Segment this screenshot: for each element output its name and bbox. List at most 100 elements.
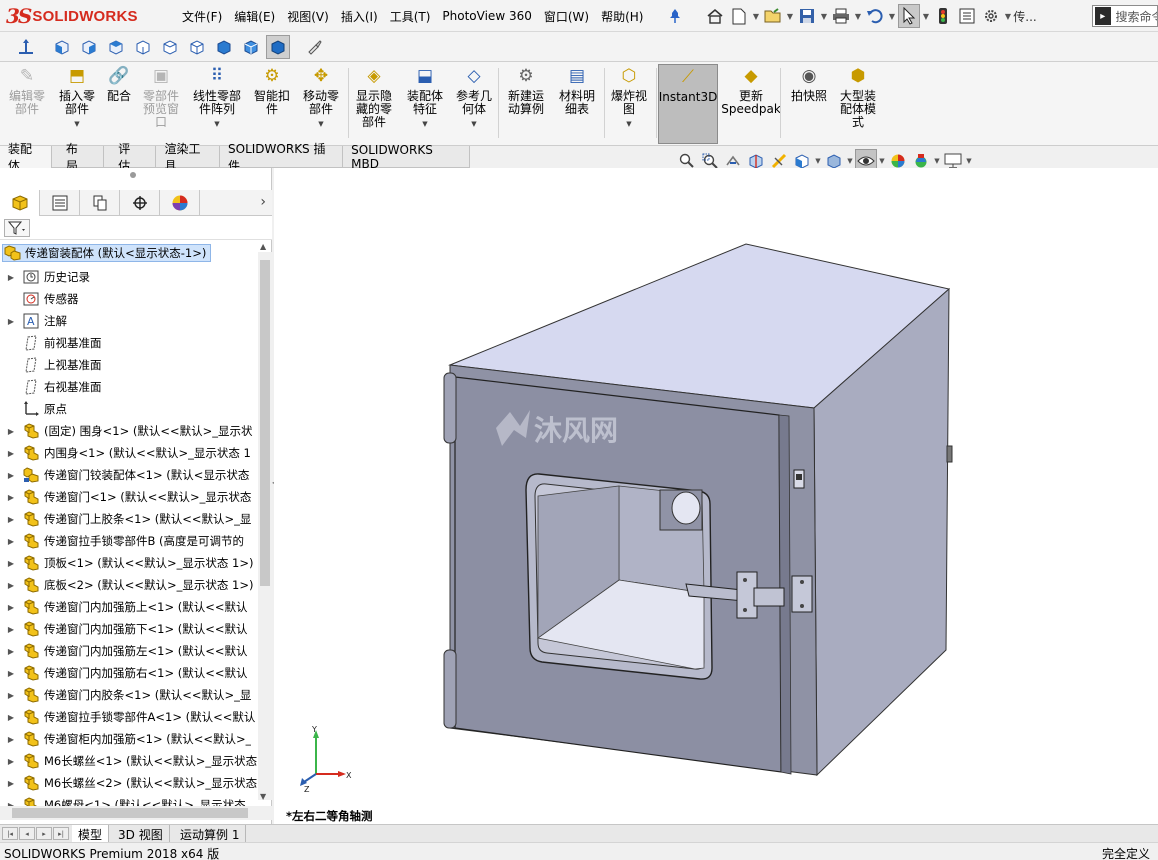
ribbon-assembly-features-button[interactable]: ⬓ 装配体 特征 ▼ <box>400 64 450 144</box>
flashlight-icon[interactable] <box>302 35 326 59</box>
expand-arrow-icon[interactable]: ▶ <box>4 317 18 326</box>
chevron-right-icon[interactable]: › <box>260 194 266 210</box>
home-icon[interactable] <box>704 4 726 28</box>
open-document-icon[interactable] <box>762 4 784 28</box>
configuration-manager-tab-icon[interactable] <box>80 190 120 216</box>
ribbon-insert-components-button[interactable]: ⬒ 插入零 部件 ▼ <box>52 64 102 144</box>
expand-arrow-icon[interactable]: ▶ <box>4 757 18 766</box>
tab-evaluate[interactable]: 评估 <box>104 142 157 173</box>
tree-item[interactable]: ▶ 传递窗柜内加强筋<1> (默认<<默认>_ <box>0 728 258 750</box>
prev-tab-arrow-icon[interactable]: ◂ <box>19 827 35 840</box>
view-dimetric-cube-icon[interactable] <box>266 35 290 59</box>
expand-arrow-icon[interactable]: ▶ <box>4 779 18 788</box>
menu-insert[interactable]: 插入(I) <box>335 8 384 25</box>
expand-arrow-icon[interactable]: ▶ <box>4 493 18 502</box>
expand-arrow-icon[interactable]: ▶ <box>4 735 18 744</box>
chevron-down-icon[interactable]: ▼ <box>965 157 973 165</box>
expand-arrow-icon[interactable]: ▶ <box>4 603 18 612</box>
ribbon-component-preview-button[interactable]: ▣ 零部件 预览窗 口 <box>136 64 186 144</box>
tree-horizontal-scrollbar[interactable] <box>0 806 272 820</box>
ribbon-new-motion-study-button[interactable]: ⚙ 新建运 动算例 <box>502 64 550 144</box>
chevron-down-icon[interactable]: ▼ <box>786 12 794 21</box>
display-manager-tab-icon[interactable] <box>160 190 200 216</box>
property-manager-tab-icon[interactable] <box>40 190 80 216</box>
chevron-down-icon[interactable]: ▼ <box>626 118 631 131</box>
expand-arrow-icon[interactable]: ▶ <box>4 559 18 568</box>
first-tab-arrow-icon[interactable]: |◂ <box>2 827 18 840</box>
ribbon-smart-fasteners-button[interactable]: ⚙ 智能扣 件 <box>250 64 294 144</box>
chevron-down-icon[interactable]: ▼ <box>854 12 862 21</box>
scroll-up-arrow-icon[interactable]: ▲ <box>260 242 266 251</box>
tree-root-assembly[interactable]: 传递窗装配体 (默认<显示状态-1>) <box>2 244 212 262</box>
scroll-down-arrow-icon[interactable]: ▼ <box>260 792 266 801</box>
tree-item[interactable]: ▶ (固定) 围身<1> (默认<<默认>_显示状 <box>0 420 258 442</box>
search-commands[interactable]: ▸ 搜索命令 <box>1092 5 1158 27</box>
chevron-down-icon[interactable]: ▼ <box>752 12 760 21</box>
chevron-down-icon[interactable]: ▼ <box>422 118 427 131</box>
tree-vertical-scrollbar[interactable]: ▲ ▼ <box>258 242 272 801</box>
expand-arrow-icon[interactable]: ▶ <box>4 647 18 656</box>
tree-item[interactable]: ▶ 传递窗门铰装配体<1> (默认<显示状态 <box>0 464 258 486</box>
chevron-down-icon[interactable]: ▼ <box>933 157 941 165</box>
expand-arrow-icon[interactable]: ▶ <box>4 713 18 722</box>
ribbon-show-hidden-button[interactable]: ◈ 显示隐 藏的零 部件 <box>350 64 398 144</box>
tab-solidworks-mbd[interactable]: SOLIDWORKS MBD <box>343 143 470 171</box>
ribbon-speedpak-button[interactable]: ◆ 更新 Speedpak <box>721 64 781 144</box>
ribbon-edit-component-button[interactable]: ✎ 编辑零 部件 <box>4 64 50 144</box>
expand-arrow-icon[interactable]: ▶ <box>4 273 18 282</box>
graphics-area[interactable]: 沐风网 Y X Z *左右二等角轴测 <box>274 168 1158 824</box>
tree-item[interactable]: ▶ 传递窗门内加强筋下<1> (默认<<默认 <box>0 618 258 640</box>
menu-help[interactable]: 帮助(H) <box>595 8 649 25</box>
tree-item[interactable]: ▶ 传递窗门内胶条<1> (默认<<默认>_显 <box>0 684 258 706</box>
menu-file[interactable]: 文件(F) <box>176 8 228 25</box>
feature-manager-tab-icon[interactable] <box>0 190 40 216</box>
tab-layout[interactable]: 布局 <box>51 142 105 173</box>
tree-item[interactable]: 原点 <box>0 398 258 420</box>
tree-item[interactable]: ▶ 传递窗门内加强筋左<1> (默认<<默认 <box>0 640 258 662</box>
expand-arrow-icon[interactable]: ▶ <box>4 669 18 678</box>
tree-item[interactable]: 传感器 <box>0 288 258 310</box>
view-trimetric-cube-icon[interactable] <box>239 35 263 59</box>
tree-item[interactable]: ▶ A 注解 <box>0 310 258 332</box>
tree-item[interactable]: ▶ 传递窗门上胶条<1> (默认<<默认>_显 <box>0 508 258 530</box>
rebuild-traffic-light-icon[interactable] <box>932 4 954 28</box>
view-left-cube-icon[interactable] <box>104 35 128 59</box>
view-isometric-cube-icon[interactable] <box>212 35 236 59</box>
chevron-down-icon[interactable]: ▼ <box>922 12 930 21</box>
search-input[interactable]: 搜索命令 <box>1116 8 1157 25</box>
ribbon-reference-geometry-button[interactable]: ◇ 参考几 何体 ▼ <box>452 64 496 144</box>
tree-item[interactable]: ▶ 传递窗拉手锁零部件A<1> (默认<<默认 <box>0 706 258 728</box>
tab-motion-study-1[interactable]: 运动算例 1 <box>174 825 247 843</box>
tree-item[interactable]: ▶ 传递窗拉手锁零部件B (高度是可调节的 <box>0 530 258 552</box>
chevron-down-icon[interactable]: ▼ <box>846 157 854 165</box>
filter-funnel-icon[interactable] <box>4 219 30 237</box>
view-back-cube-icon[interactable] <box>77 35 101 59</box>
tab-model[interactable]: 模型 <box>72 825 110 843</box>
expand-arrow-icon[interactable]: ▶ <box>4 471 18 480</box>
menu-tools[interactable]: 工具(T) <box>384 8 437 25</box>
ribbon-exploded-view-button[interactable]: ⬡ 爆炸视 图 ▼ <box>606 64 652 144</box>
tree-item[interactable]: ▶ 底板<2> (默认<<默认>_显示状态 1>) <box>0 574 258 596</box>
next-tab-arrow-icon[interactable]: ▸ <box>36 827 52 840</box>
ribbon-large-assembly-button[interactable]: ⬢ 大型装 配体模 式 <box>834 64 882 144</box>
file-properties-icon[interactable] <box>956 4 978 28</box>
chevron-down-icon[interactable]: ▼ <box>820 12 828 21</box>
tree-item[interactable]: ▶ 历史记录 <box>0 266 258 288</box>
tree-item[interactable]: ▶ 传递窗门<1> (默认<<默认>_显示状态 <box>0 486 258 508</box>
tree-item[interactable]: 上视基准面 <box>0 354 258 376</box>
ribbon-bom-button[interactable]: ▤ 材料明 细表 <box>554 64 600 144</box>
last-tab-arrow-icon[interactable]: ▸| <box>53 827 69 840</box>
view-bottom-cube-icon[interactable] <box>185 35 209 59</box>
select-cursor-icon[interactable] <box>898 4 920 28</box>
view-top-cube-icon[interactable] <box>158 35 182 59</box>
tree-item[interactable]: ▶ M6长螺丝<1> (默认<<默认>_显示状态 <box>0 750 258 772</box>
view-right-cube-icon[interactable] <box>131 35 155 59</box>
normal-to-icon[interactable] <box>14 35 38 59</box>
menu-photoview[interactable]: PhotoView 360 <box>436 9 537 23</box>
save-icon[interactable] <box>796 4 818 28</box>
ribbon-mate-button[interactable]: 🔗 配合 <box>102 64 136 144</box>
solidworks-logo[interactable]: 3S SOLIDWORKS <box>6 4 138 28</box>
chevron-down-icon[interactable]: ▼ <box>888 12 896 21</box>
tree-item[interactable]: 前视基准面 <box>0 332 258 354</box>
ribbon-snapshot-button[interactable]: ◉ 拍快照 <box>786 64 832 144</box>
